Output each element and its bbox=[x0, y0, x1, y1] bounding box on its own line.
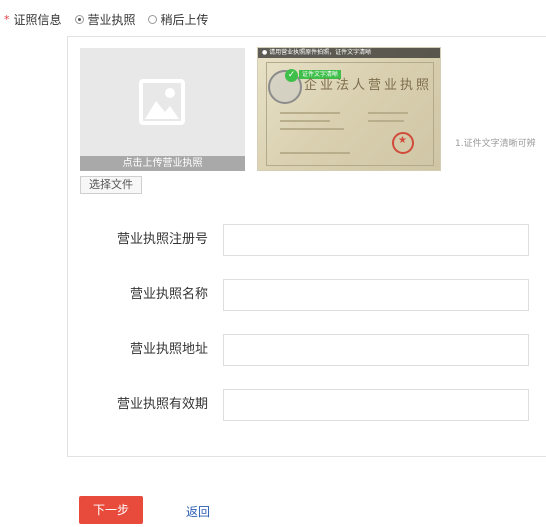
seal-icon bbox=[392, 132, 414, 154]
required-mark: * bbox=[4, 12, 10, 26]
sample-text-line bbox=[280, 120, 330, 122]
license-upload-area[interactable]: 点击上传营业执照 bbox=[80, 48, 245, 171]
image-placeholder-icon bbox=[139, 79, 185, 125]
form-row-validity: 营业执照有效期 bbox=[95, 389, 546, 421]
form-row-name: 营业执照名称 bbox=[95, 279, 546, 311]
check-icon: ✓ bbox=[285, 69, 298, 82]
form-row-reg-number: 营业执照注册号 bbox=[95, 224, 546, 256]
back-link[interactable]: 返回 bbox=[186, 503, 210, 520]
sample-text-line bbox=[280, 112, 340, 114]
radio-business-license[interactable]: 营业执照 bbox=[74, 11, 136, 28]
address-label: 营业执照地址 bbox=[129, 342, 208, 357]
radio-upload-later-label: 稍后上传 bbox=[160, 12, 209, 27]
upload-caption: 点击上传营业执照 bbox=[80, 156, 245, 171]
sample-banner: ● 请用营业执照原件拍照，证件文字清晰 bbox=[258, 48, 440, 58]
name-input[interactable] bbox=[223, 279, 529, 311]
sample-text-line bbox=[368, 120, 404, 122]
sample-text-line bbox=[368, 112, 408, 114]
radio-checked-icon[interactable] bbox=[74, 14, 84, 24]
address-input[interactable] bbox=[223, 334, 529, 366]
sample-license-image: ● 请用营业执照原件拍照，证件文字清晰 ✓ 证件文字清晰 企业法人营业执照 bbox=[257, 47, 441, 171]
license-info-label: 证照信息 bbox=[13, 12, 62, 27]
validity-input[interactable] bbox=[223, 389, 529, 421]
sample-text-line bbox=[280, 152, 350, 154]
form-row-address: 营业执照地址 bbox=[95, 334, 546, 366]
sample-title: 企业法人营业执照 bbox=[304, 78, 433, 93]
radio-unchecked-icon[interactable] bbox=[147, 14, 157, 24]
license-info-row: * 证照信息 营业执照 稍后上传 bbox=[0, 9, 221, 29]
radio-business-license-label: 营业执照 bbox=[87, 12, 136, 27]
upload-hint: 1.证件文字清晰可辨 bbox=[455, 139, 536, 149]
choose-file-button[interactable]: 选择文件 bbox=[80, 176, 142, 194]
name-label: 营业执照名称 bbox=[129, 287, 208, 302]
sample-text-line bbox=[280, 128, 344, 130]
reg-number-label: 营业执照注册号 bbox=[116, 232, 208, 247]
radio-upload-later[interactable]: 稍后上传 bbox=[147, 11, 209, 28]
validity-label: 营业执照有效期 bbox=[116, 397, 208, 412]
next-step-button[interactable]: 下一步 bbox=[79, 496, 143, 524]
reg-number-input[interactable] bbox=[223, 224, 529, 256]
